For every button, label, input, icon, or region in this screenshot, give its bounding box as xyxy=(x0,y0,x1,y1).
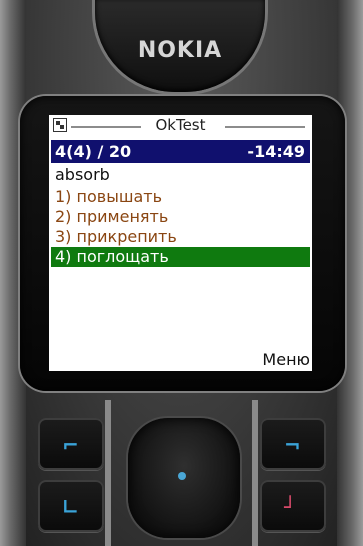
brand-logo: NOKIA xyxy=(137,38,223,63)
answer-option-4[interactable]: 4) поглощать xyxy=(51,247,310,267)
question-counter: 4(4) / 20 xyxy=(55,142,132,161)
answer-option-2[interactable]: 2) применять xyxy=(51,207,310,227)
keypad-divider-right xyxy=(252,400,258,546)
title-bar: OkTest xyxy=(49,115,312,137)
navigation-key[interactable] xyxy=(128,418,240,538)
question-status-bar: 4(4) / 20 -14:49 xyxy=(51,140,310,163)
phone-body: NOKIA OkTest 4(4) / 20 -14:49 absorb 1) … xyxy=(0,0,363,546)
timer: -14:49 xyxy=(247,142,305,161)
app-title: OkTest xyxy=(152,116,209,134)
right-softkey-button[interactable]: ¬ xyxy=(260,418,326,470)
softkey-right-icon: ¬ xyxy=(284,433,301,457)
end-call-button[interactable]: ┘ xyxy=(260,480,326,532)
earpiece-housing: NOKIA xyxy=(95,0,265,92)
keypad-divider-left xyxy=(105,400,111,546)
end-key-icon: ┘ xyxy=(284,495,297,519)
nav-center-dot xyxy=(178,472,186,480)
answer-option-1[interactable]: 1) повышать xyxy=(51,187,310,207)
call-button[interactable]: ∟ xyxy=(38,480,104,532)
left-softkey-button[interactable]: ⌐ xyxy=(38,418,104,470)
answer-option-3[interactable]: 3) прикрепить xyxy=(51,227,310,247)
call-key-icon: ∟ xyxy=(62,495,79,519)
menu-softkey[interactable]: Меню xyxy=(262,350,310,369)
phone-screen: OkTest 4(4) / 20 -14:49 absorb 1) повыша… xyxy=(49,115,312,371)
question-word: absorb xyxy=(55,165,110,184)
softkey-left-icon: ⌐ xyxy=(62,433,79,457)
